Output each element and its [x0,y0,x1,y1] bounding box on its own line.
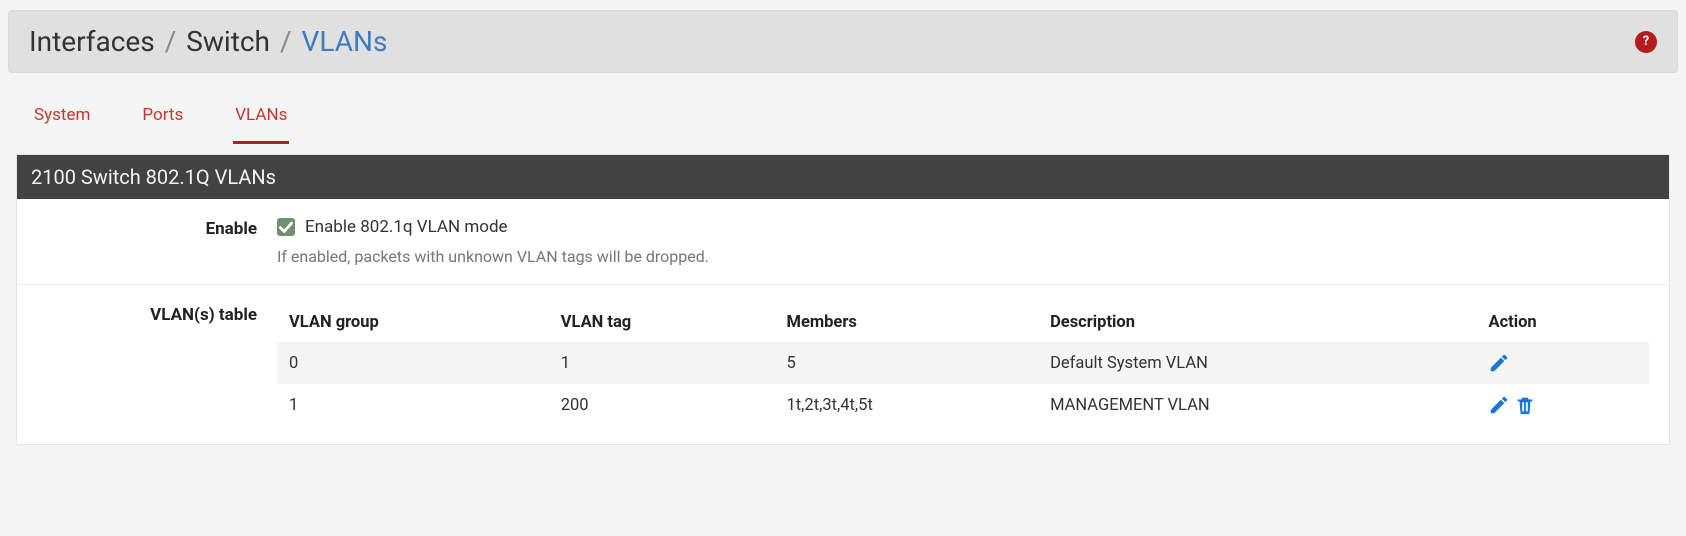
breadcrumb-item-vlans[interactable]: VLANs [302,25,388,58]
tab-vlans[interactable]: VLANs [233,97,289,144]
enable-help-text: If enabled, packets with unknown VLAN ta… [277,247,1649,266]
col-description: Description [1038,303,1476,342]
tab-system[interactable]: System [32,97,92,144]
pencil-icon[interactable] [1488,352,1510,374]
help-icon[interactable]: ? [1635,31,1657,53]
cell-description: Default System VLAN [1038,342,1476,384]
table-row: 015Default System VLAN [277,342,1649,384]
col-vlan-group: VLAN group [277,303,549,342]
cell-members: 5 [775,342,1039,384]
col-members: Members [775,303,1039,342]
breadcrumb-bar: Interfaces / Switch / VLANs ? [8,10,1678,73]
vlan-table: VLAN group VLAN tag Members Description … [277,303,1649,426]
breadcrumb-item-switch[interactable]: Switch [186,25,270,58]
panel-vlans: 2100 Switch 802.1Q VLANs Enable Enable 8… [16,154,1670,445]
cell-action [1476,384,1649,426]
cell-vlan-tag: 200 [549,384,775,426]
cell-vlan-group: 1 [277,384,549,426]
enable-checkbox-label: Enable 802.1q VLAN mode [305,217,508,237]
cell-members: 1t,2t,3t,4t,5t [775,384,1039,426]
breadcrumb-item-interfaces[interactable]: Interfaces [29,25,155,58]
col-vlan-tag: VLAN tag [549,303,775,342]
cell-action [1476,342,1649,384]
vlan-table-label: VLAN(s) table [17,303,277,325]
enable-checkbox[interactable] [277,218,295,236]
breadcrumb: Interfaces / Switch / VLANs [29,25,387,58]
cell-vlan-group: 0 [277,342,549,384]
cell-vlan-tag: 1 [549,342,775,384]
panel-title: 2100 Switch 802.1Q VLANs [17,155,1669,199]
cell-description: MANAGEMENT VLAN [1038,384,1476,426]
col-action: Action [1476,303,1649,342]
form-row-enable: Enable Enable 802.1q VLAN mode If enable… [17,199,1669,285]
breadcrumb-separator: / [280,25,292,58]
table-row: 12001t,2t,3t,4t,5tMANAGEMENT VLAN [277,384,1649,426]
form-row-vlan-table: VLAN(s) table VLAN group VLAN tag Member… [17,285,1669,444]
breadcrumb-separator: / [165,25,177,58]
tab-ports[interactable]: Ports [140,97,185,144]
enable-label: Enable [17,217,277,239]
pencil-icon[interactable] [1488,394,1510,416]
tabs: System Ports VLANs [8,73,1678,144]
trash-icon[interactable] [1514,394,1536,416]
